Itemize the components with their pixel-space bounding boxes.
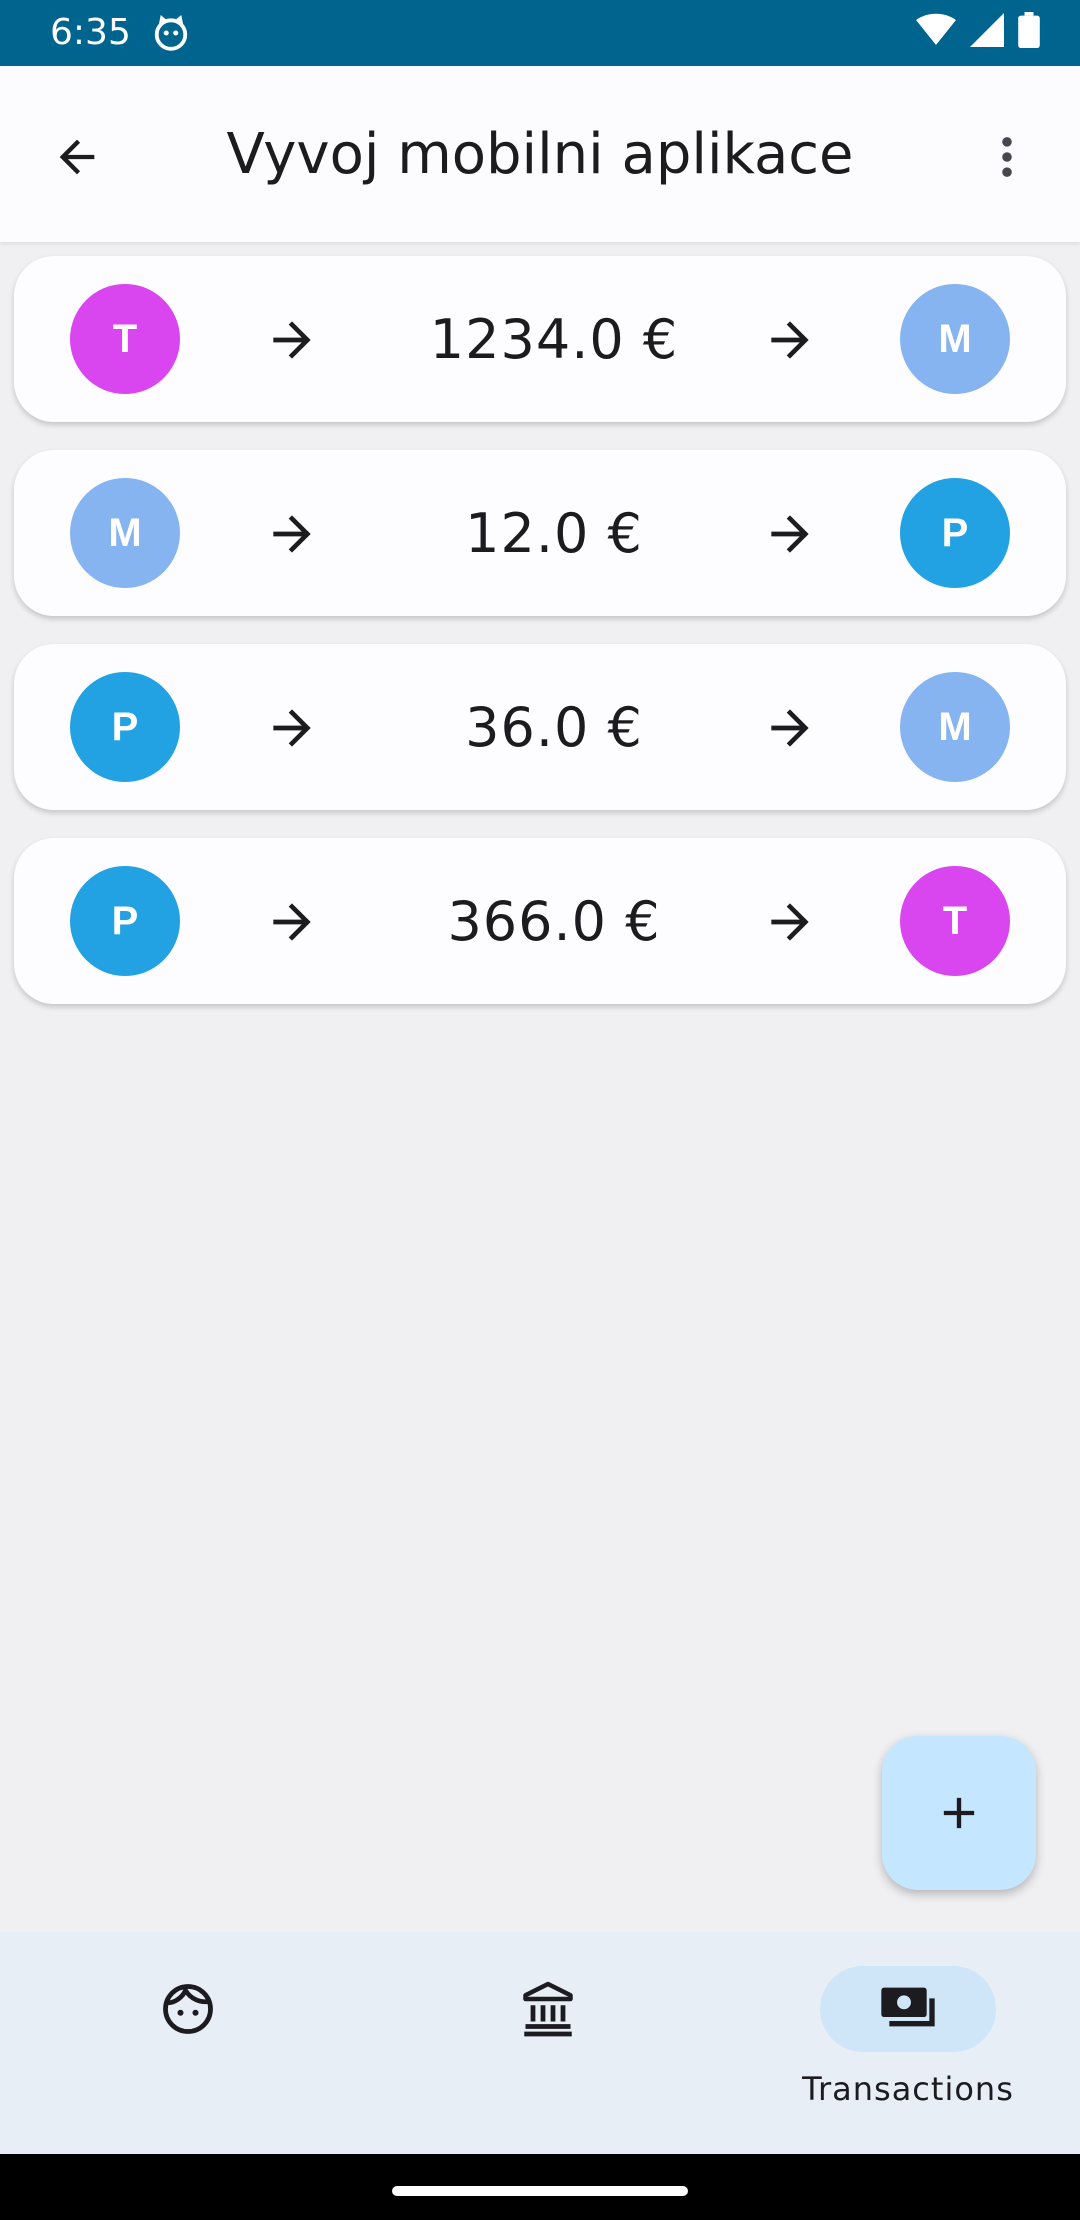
face-icon <box>163 1984 213 2034</box>
arrow-forward-icon <box>273 515 311 553</box>
transaction-card[interactable]: P 366.0 € T <box>14 838 1066 1004</box>
transaction-list: T 1234.0 € M M 12.0 € P P 36.0 € M P 366… <box>14 256 1066 1032</box>
arrow-forward-icon <box>771 515 809 553</box>
status-bar: 6:35 <box>0 0 1080 66</box>
from-avatar: T <box>70 284 180 394</box>
to-avatar: M <box>900 672 1010 782</box>
wifi-icon <box>916 13 956 45</box>
cat-notification-icon <box>154 14 188 51</box>
transaction-amount: 1234.0 € <box>429 308 679 371</box>
plus-icon <box>943 1797 975 1829</box>
transaction-amount: 36.0 € <box>465 696 643 759</box>
bottom-navigation: Transactions <box>0 1932 1080 2154</box>
more-options-button[interactable] <box>970 120 1044 194</box>
arrow-forward-icon <box>273 709 311 747</box>
arrow-forward-icon <box>771 709 809 747</box>
to-avatar: M <box>900 284 1010 394</box>
battery-icon <box>1018 12 1040 48</box>
to-avatar: T <box>900 866 1010 976</box>
app-bar: Vyvoj mobilni aplikace <box>0 66 1080 242</box>
add-transaction-button[interactable] <box>882 1736 1036 1890</box>
home-gesture-handle[interactable] <box>392 2186 688 2196</box>
nav-item-bank[interactable] <box>360 1966 720 2136</box>
gesture-navigation-bar <box>0 2154 1080 2220</box>
arrow-forward-icon <box>273 321 311 359</box>
page-title: Vyvoj mobilni aplikace <box>226 122 854 187</box>
status-time: 6:35 <box>50 12 131 53</box>
transaction-card[interactable]: T 1234.0 € M <box>14 256 1066 422</box>
arrow-forward-icon <box>273 903 311 941</box>
more-vert-icon <box>1002 137 1012 177</box>
transaction-card[interactable]: M 12.0 € P <box>14 450 1066 616</box>
transaction-amount: 12.0 € <box>465 502 643 565</box>
nav-item-members[interactable] <box>0 1966 360 2136</box>
from-avatar: M <box>70 478 180 588</box>
bank-icon <box>523 1981 573 2037</box>
payments-icon <box>881 1987 935 2027</box>
nav-label-transactions: Transactions <box>802 2070 1014 2108</box>
arrow-forward-icon <box>771 321 809 359</box>
signal-icon <box>970 13 1004 47</box>
to-avatar: P <box>900 478 1010 588</box>
status-icons <box>916 12 1040 48</box>
from-avatar: P <box>70 866 180 976</box>
nav-item-transactions[interactable]: Transactions <box>720 1966 1080 2136</box>
from-avatar: P <box>70 672 180 782</box>
transaction-amount: 366.0 € <box>447 890 661 953</box>
transaction-card[interactable]: P 36.0 € M <box>14 644 1066 810</box>
nav-active-indicator <box>820 1966 996 2052</box>
arrow-forward-icon <box>771 903 809 941</box>
